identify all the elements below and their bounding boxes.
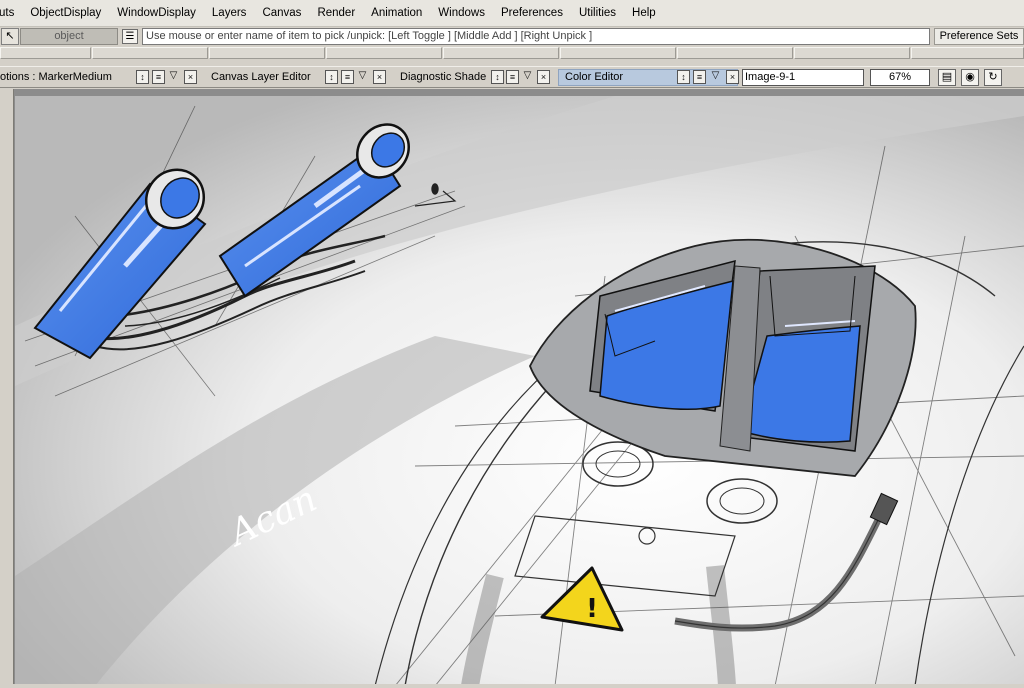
- shelf-button[interactable]: [677, 47, 793, 59]
- pick-arrow-icon[interactable]: ↖: [1, 28, 19, 45]
- shelf-button[interactable]: [0, 47, 91, 59]
- preference-sets-button[interactable]: Preference Sets: [934, 28, 1024, 45]
- zoom-field[interactable]: 67%: [870, 69, 930, 86]
- shelf-button[interactable]: [209, 47, 325, 59]
- menu-windows[interactable]: Windows: [430, 0, 493, 27]
- menu-objectdisplay[interactable]: ObjectDisplay: [22, 0, 109, 27]
- pick-hint-field[interactable]: Use mouse or enter name of item to pick …: [142, 28, 930, 45]
- shelf-button[interactable]: [326, 47, 442, 59]
- shelf-button[interactable]: [92, 47, 208, 59]
- menu-layers[interactable]: Layers: [204, 0, 255, 27]
- menu-icon[interactable]: ≡: [693, 70, 706, 84]
- triangle-icon[interactable]: ▽: [709, 70, 722, 84]
- close-icon[interactable]: ×: [184, 70, 197, 84]
- menu-animation[interactable]: Animation: [363, 0, 430, 27]
- updown-icon[interactable]: ↕: [491, 70, 504, 84]
- updown-icon[interactable]: ↕: [136, 70, 149, 84]
- close-icon[interactable]: ×: [373, 70, 386, 84]
- list-icon[interactable]: ☰: [122, 29, 138, 44]
- warning-symbol: !: [586, 594, 598, 624]
- shelf-button[interactable]: [794, 47, 910, 59]
- tab-diagnostic-shade[interactable]: Diagnostic Shade: [396, 69, 490, 86]
- canvas-area: ! Acan: [0, 89, 1024, 688]
- menu-utilities[interactable]: Utilities: [571, 0, 624, 27]
- editor-row: otions : MarkerMedium ↕ ≡ ▽ × Canvas Lay…: [0, 66, 1024, 88]
- sketch-canvas[interactable]: ! Acan: [15, 96, 1024, 686]
- menu-render[interactable]: Render: [309, 0, 363, 27]
- sketch-artwork: ! Acan: [15, 96, 1024, 686]
- object-button[interactable]: object: [20, 28, 118, 45]
- tab-color-editor-label: Color Editor: [565, 71, 624, 83]
- close-icon[interactable]: ×: [726, 70, 739, 84]
- camera-icon[interactable]: ◉: [961, 69, 979, 86]
- updown-icon[interactable]: ↕: [325, 70, 338, 84]
- refresh-icon[interactable]: ↻: [984, 69, 1002, 86]
- triangle-icon[interactable]: ▽: [356, 70, 369, 84]
- menu-canvas[interactable]: Canvas: [254, 0, 309, 27]
- tab-options[interactable]: otions : MarkerMedium: [0, 69, 128, 86]
- menu-icon[interactable]: ≡: [506, 70, 519, 84]
- triangle-icon[interactable]: ▽: [167, 70, 180, 84]
- menu-bar: uts ObjectDisplay WindowDisplay Layers C…: [0, 0, 1024, 27]
- menu-icon[interactable]: ≡: [152, 70, 165, 84]
- menu-help[interactable]: Help: [624, 0, 664, 27]
- menu-shortcuts[interactable]: uts: [0, 0, 22, 27]
- pick-row: ↖ object ☰ Use mouse or enter name of it…: [0, 27, 1024, 46]
- shelf-button[interactable]: [443, 47, 559, 59]
- shelf-button[interactable]: [560, 47, 676, 59]
- updown-icon[interactable]: ↕: [677, 70, 690, 84]
- close-icon[interactable]: ×: [537, 70, 550, 84]
- menu-icon[interactable]: ≡: [341, 70, 354, 84]
- menu-windowdisplay[interactable]: WindowDisplay: [109, 0, 204, 27]
- menu-preferences[interactable]: Preferences: [493, 0, 571, 27]
- layout-icon[interactable]: ▤: [938, 69, 956, 86]
- app-window: uts ObjectDisplay WindowDisplay Layers C…: [0, 0, 1024, 688]
- triangle-icon[interactable]: ▽: [521, 70, 534, 84]
- tab-canvas-layer-editor[interactable]: Canvas Layer Editor: [207, 69, 319, 86]
- canvas-bottom-strip: [0, 684, 1024, 688]
- palette-strip: [0, 89, 14, 688]
- shelf-row: [0, 46, 1024, 60]
- image-name-field[interactable]: Image-9-1: [742, 69, 864, 86]
- shelf-button[interactable]: [911, 47, 1024, 59]
